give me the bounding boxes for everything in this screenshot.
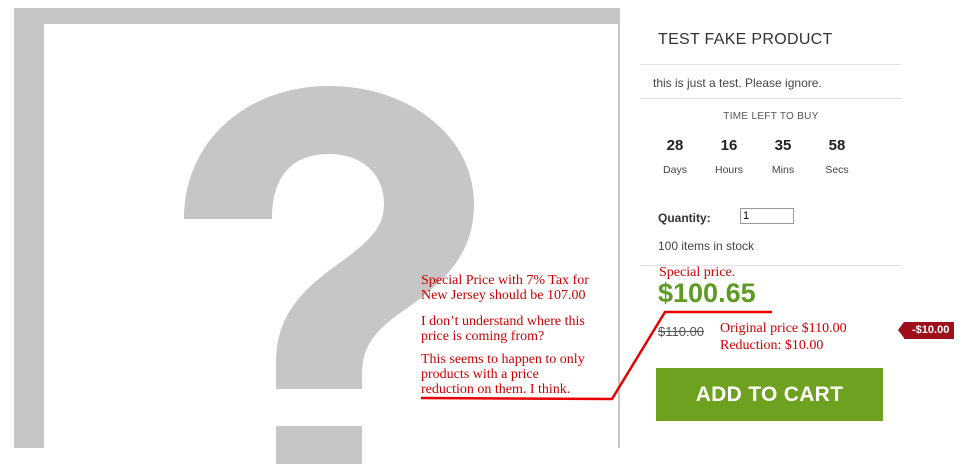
annotation-connector-line	[420, 310, 772, 401]
